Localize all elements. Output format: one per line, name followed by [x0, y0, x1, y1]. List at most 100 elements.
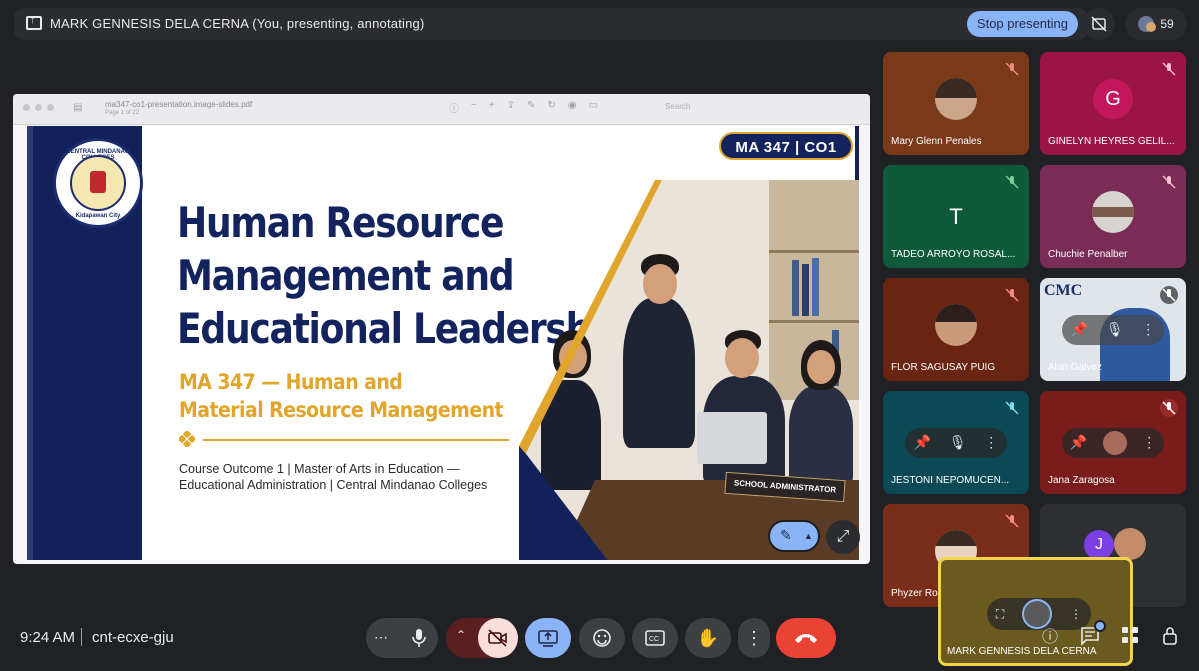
activities-button[interactable] [1118, 626, 1142, 650]
picture-off-icon [1091, 16, 1107, 32]
window-close-dot[interactable] [23, 104, 30, 111]
participant-tile[interactable]: 📌 ⋮ Jana Zaragosa [1040, 391, 1186, 494]
person-man-standing [623, 298, 695, 448]
camera-off-button[interactable] [478, 618, 518, 658]
participant-tile[interactable]: 📌 🎙 ⋮ JESTONI NEPOMUCEN... [883, 391, 1029, 494]
mic-off-icon [1160, 286, 1178, 304]
expand-share-button[interactable]: ⤢ [826, 520, 860, 554]
participant-name: Mary Glenn Penales [891, 136, 982, 147]
annotate-icon[interactable]: ◉ [568, 100, 577, 115]
viewer-search-field[interactable]: Search [665, 102, 690, 111]
person-head [725, 338, 759, 378]
emoji-icon [593, 629, 611, 647]
more-options-icon[interactable]: ⋮ [984, 434, 998, 451]
captions-icon: CC [645, 630, 665, 646]
window-zoom-dot[interactable] [47, 104, 54, 111]
book [812, 258, 819, 316]
mic-off-icon [1003, 286, 1021, 304]
person-head [807, 350, 835, 384]
leave-call-button[interactable] [776, 618, 836, 658]
window-minimize-dot[interactable] [35, 104, 42, 111]
participant-tile-video[interactable]: CMC 📌 🎙 ⋮ Alan Galvez [1040, 278, 1186, 381]
presenting-banner: MARK GENNESIS DELA CERNA (You, presentin… [14, 8, 1088, 40]
mic-off-icon [1003, 173, 1021, 191]
zoom-out-icon[interactable]: − [471, 100, 477, 115]
pen-icon: ✎ [780, 527, 792, 543]
pin-icon[interactable]: 📌 [914, 434, 931, 451]
self-view-tile[interactable]: ⛶ ⋮ MARK GENNESIS DELA CERNA [938, 557, 1133, 666]
tile-hover-controls: 📌 🎙 ⋮ [905, 427, 1007, 458]
meeting-details-button[interactable]: ⓘ [1038, 626, 1062, 650]
pdf-page-info: Page 1 of 22 [105, 110, 140, 116]
info-icon[interactable]: ⓘ [449, 100, 459, 115]
markup-icon[interactable]: ✎ [527, 100, 535, 115]
participant-avatar [1114, 528, 1146, 560]
participants-avatar-icon [1138, 16, 1157, 32]
meeting-code: cnt-ecxe-gju [92, 629, 174, 646]
participant-name: Phyzer Ro [891, 588, 938, 599]
mute-participant-icon[interactable]: 🎙 [1106, 321, 1124, 338]
end-call-icon [795, 634, 817, 643]
chevron-up-icon[interactable]: ⌃ [456, 628, 466, 642]
more-options-icon[interactable]: ⋮ [1141, 321, 1155, 338]
present-screen-button[interactable] [525, 618, 571, 658]
shelf-board [769, 320, 859, 323]
host-controls-button[interactable] [1158, 626, 1182, 650]
participant-avatar [1092, 191, 1134, 234]
raise-hand-icon: ✋ [696, 627, 720, 648]
more-options-icon[interactable]: ⋮ [1070, 607, 1082, 621]
info-icon: ⓘ [1041, 629, 1058, 646]
ornament-icon [179, 431, 195, 447]
captions-button[interactable]: CC [632, 618, 678, 658]
mic-off-icon [1160, 173, 1178, 191]
rotate-icon[interactable]: ↻ [547, 100, 555, 115]
participant-avatar [935, 304, 977, 347]
participant-initial-avatar: G [1093, 79, 1133, 120]
form-icon[interactable]: ▭ [589, 100, 598, 115]
participants-button[interactable]: 59 [1125, 8, 1187, 40]
zoom-in-icon[interactable]: + [489, 100, 495, 115]
raise-hand-button[interactable]: ✋ [685, 618, 731, 658]
hide-self-view-button[interactable] [1083, 8, 1115, 40]
lock-person-icon [1163, 627, 1177, 645]
more-options-icon[interactable]: ⋮ [1142, 434, 1156, 451]
participant-name: Alan Galvez [1048, 362, 1102, 373]
participant-tile[interactable]: T TADEO ARROYO ROSAL... [883, 165, 1029, 268]
pdf-file-name: ma347-co1-presentation.image-slides.pdf [105, 100, 253, 109]
pin-icon[interactable]: 📌 [1071, 321, 1088, 338]
slide-divider [203, 439, 509, 441]
top-right-controls: 59 [1083, 8, 1187, 40]
stop-presenting-button[interactable]: Stop presenting [966, 11, 1078, 37]
tile-hover-controls: 📌 🎙 ⋮ [1062, 314, 1164, 345]
reactions-button[interactable] [579, 618, 625, 658]
more-options-button[interactable]: ⋮ [738, 618, 770, 658]
svg-text:CC: CC [649, 636, 659, 643]
office-team-photo: SCHOOL ADMINISTRATOR [519, 180, 859, 560]
participant-tile[interactable]: Chuchie Penalber [1040, 165, 1186, 268]
camera-off-icon [488, 629, 507, 647]
mic-off-icon [1160, 399, 1178, 417]
microphone-icon[interactable] [410, 628, 428, 648]
sidebar-toggle-icon[interactable]: ▤ [73, 102, 82, 113]
framing-icon[interactable]: ⛶ [996, 607, 1004, 622]
participant-tile[interactable]: G GINELYN HEYRES GELIL... [1040, 52, 1186, 155]
share-icon[interactable]: ⇪ [507, 100, 515, 115]
presenting-status-text: MARK GENNESIS DELA CERNA (You, presentin… [50, 16, 425, 31]
mic-off-icon [1003, 60, 1021, 78]
pin-icon[interactable]: 📌 [1070, 434, 1087, 451]
annotation-tool-button[interactable]: ✎ ▲ [768, 520, 820, 552]
visual-effects-icon[interactable] [1022, 599, 1053, 629]
participant-name: TADEO ARROYO ROSAL... [891, 249, 1016, 260]
participant-count: 59 [1160, 17, 1174, 31]
viewer-tools: ⓘ − + ⇪ ✎ ↻ ◉ ▭ [449, 100, 598, 115]
shared-screen: ▤ ma347-co1-presentation.image-slides.pd… [13, 94, 870, 564]
mute-participant-icon[interactable]: 🎙 [949, 434, 967, 451]
present-screen-icon [538, 630, 558, 647]
participant-tile[interactable]: Mary Glenn Penales [883, 52, 1029, 155]
participant-avatar [1102, 430, 1127, 455]
participant-tile[interactable]: FLOR SAGUSAY PUIG [883, 278, 1029, 381]
participant-initial-avatar: J [1084, 530, 1114, 560]
mic-off-icon [1003, 512, 1021, 530]
presentation-slide: CENTRAL MINDANAO COLLEGES Kidapawan City… [27, 126, 859, 560]
more-audio-options-icon[interactable]: ⋯ [374, 629, 388, 646]
